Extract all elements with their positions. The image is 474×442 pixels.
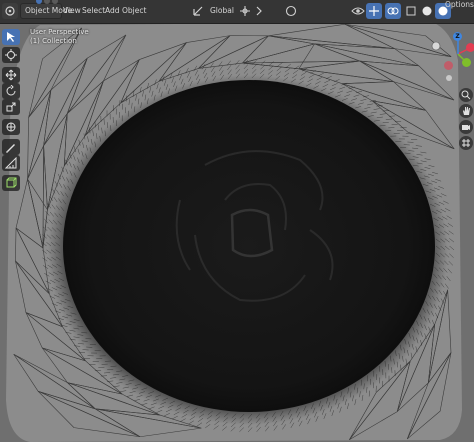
gizmo-toggle-icon[interactable]: [366, 3, 382, 19]
mesh-scene: [0, 0, 474, 442]
perspective-label: User Perspective: [30, 28, 89, 36]
3d-viewport[interactable]: User Perspective (1) Collection: [0, 0, 474, 442]
move-tool[interactable]: [2, 67, 20, 83]
move-icon: [5, 69, 17, 81]
viewport-header: Object Mode View Select Add Object Globa…: [0, 0, 474, 24]
zoom-icon: [461, 90, 471, 100]
collection-label: (1) Collection: [30, 37, 77, 45]
rotate-tool[interactable]: [2, 83, 20, 99]
cursor-tool[interactable]: [2, 47, 20, 63]
select-box-tool[interactable]: [2, 29, 20, 45]
axis-x-ball[interactable]: [466, 43, 474, 52]
menu-object[interactable]: Object: [117, 3, 151, 19]
zoom-button[interactable]: [459, 88, 473, 102]
grid-icon: [462, 139, 470, 147]
camera-view-button[interactable]: [459, 120, 473, 134]
transform-orientation-label: Global: [210, 6, 234, 15]
measure-tool[interactable]: [2, 155, 20, 171]
annotate-tool[interactable]: [2, 139, 20, 155]
transform-icon: [6, 122, 16, 132]
axis-z-ball[interactable]: Z: [453, 32, 462, 41]
shading-solid-icon[interactable]: [419, 3, 435, 19]
cursor-icon: [5, 49, 17, 61]
ortho-toggle-button[interactable]: [459, 136, 473, 150]
annotate-icon: [6, 144, 15, 153]
navigation-gizmo[interactable]: Z: [440, 26, 474, 86]
xray-toggle-icon[interactable]: [403, 3, 419, 19]
proportional-edit-icon[interactable]: [283, 3, 299, 19]
options-label: Options: [445, 0, 474, 9]
snap-icon[interactable]: [253, 3, 269, 19]
add-cube-tool[interactable]: [2, 175, 20, 191]
transform-tool[interactable]: [2, 119, 20, 135]
rotate-icon: [6, 85, 16, 96]
scale-tool[interactable]: [2, 99, 20, 115]
pivot-icon[interactable]: [237, 3, 253, 19]
select-box-icon: [7, 32, 15, 42]
axis-y-ball[interactable]: [462, 58, 471, 67]
measure-icon: [5, 157, 17, 169]
transform-orientation-icon[interactable]: [190, 3, 206, 19]
editor-type-icon[interactable]: [2, 3, 18, 19]
object-mode-dropdown[interactable]: Object Mode: [20, 3, 72, 19]
dark-sculpt-disc: [63, 80, 435, 412]
hand-icon: [463, 107, 470, 115]
transform-orientation-dropdown[interactable]: Global: [205, 3, 239, 19]
camera-icon: [462, 125, 470, 130]
add-cube-icon: [6, 177, 17, 188]
overlays-toggle-icon[interactable]: [385, 3, 401, 19]
scale-icon: [6, 102, 16, 112]
object-visibility-icon[interactable]: [350, 3, 366, 19]
axis-neg-x-ball[interactable]: [444, 61, 453, 70]
options-dropdown[interactable]: Options: [440, 0, 474, 13]
pan-button[interactable]: [459, 104, 473, 118]
